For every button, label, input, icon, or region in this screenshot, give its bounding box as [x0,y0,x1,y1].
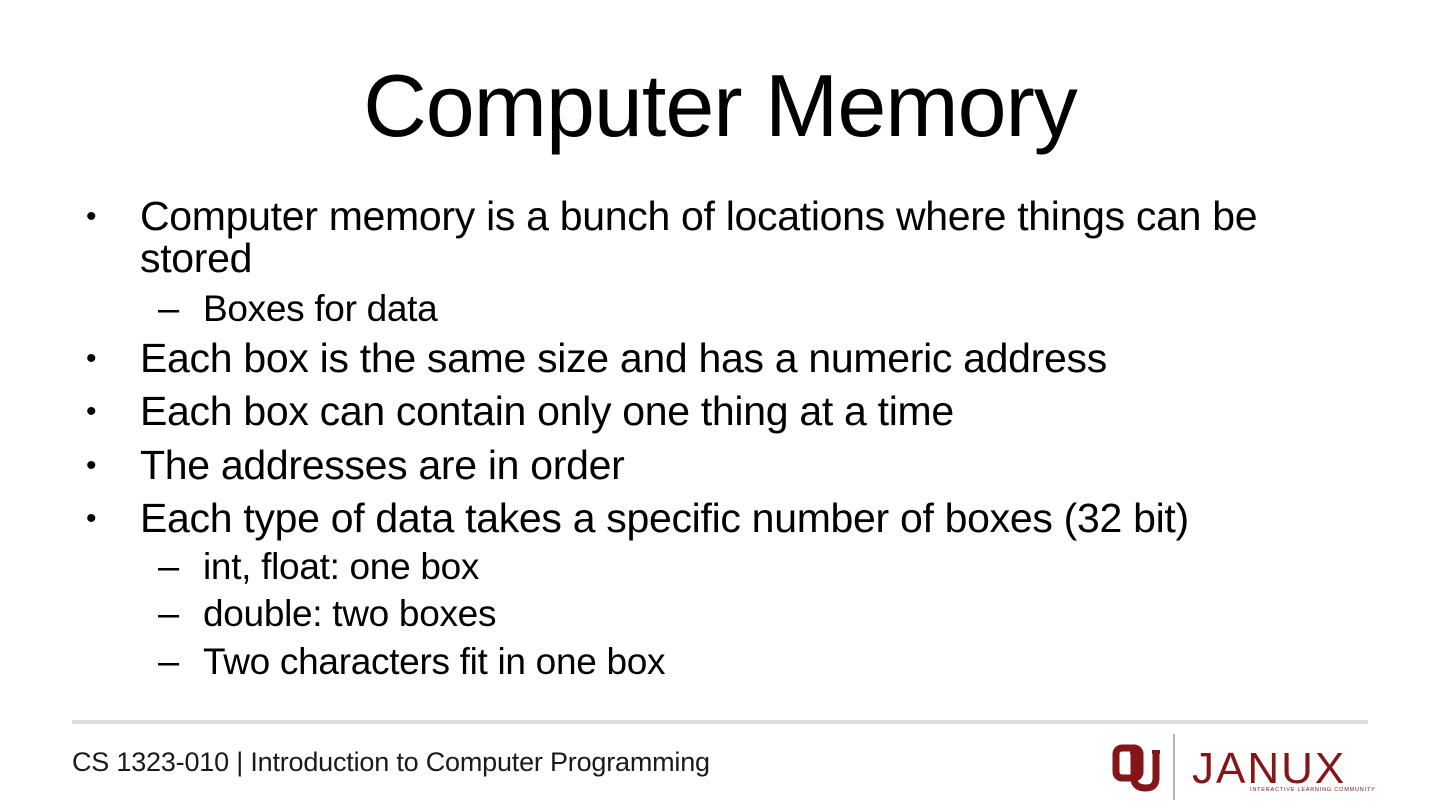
logo-tagline: INTERACTIVE LEARNING COMMUNITY [1250,787,1375,793]
bullet-list: • Computer memory is a bunch of location… [0,0,1440,700]
bullet-marker: • [86,200,97,233]
footer-divider [72,720,1368,724]
bullet-marker: • [86,395,97,428]
sub-bullet-text: Boxes for data [203,288,438,329]
sub-bullet-text: double: two boxes [203,593,497,634]
bullet-text: Each type of data takes a specific numbe… [140,495,1189,541]
bullet-marker: • [86,449,97,482]
dash-marker: – [158,641,180,683]
bullet-text: Each box can contain only one thing at a… [140,388,954,434]
logo-wordmark: JANUX [1192,744,1346,793]
bullet-marker: • [86,342,97,375]
dash-marker: – [158,546,180,588]
bullet-text: Computer memory is a bunch of locations … [140,193,1258,239]
slide: Computer Memory • Computer memory is a b… [0,0,1440,810]
dash-marker: – [158,593,180,635]
sub-bullet-text: Two characters fit in one box [203,641,666,682]
janux-logo: JANUX INTERACTIVE LEARNING COMMUNITY [1112,734,1375,800]
bullet-text-continued: stored [140,235,253,281]
bullet-text: Each box is the same size and has a nume… [140,335,1107,381]
course-footer: CS 1323-010 | Introduction to Computer P… [72,747,710,777]
bullet-text: The addresses are in order [140,442,625,488]
ou-monogram-icon [1112,744,1160,792]
dash-marker: – [158,288,180,330]
sub-bullet-text: int, float: one box [203,546,480,587]
bullet-marker: • [86,502,97,535]
